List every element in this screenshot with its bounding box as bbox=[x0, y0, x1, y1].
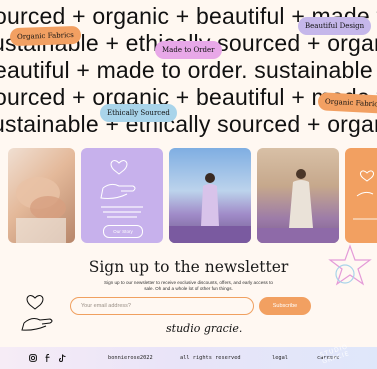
tag-ethically-sourced[interactable]: Ethically Sourced bbox=[100, 104, 177, 122]
gallery-photo-model-lavender[interactable] bbox=[257, 148, 339, 243]
email-input[interactable]: Your email address? bbox=[70, 297, 254, 315]
gallery-card-orange[interactable] bbox=[345, 148, 377, 243]
tag-organic-fabrics[interactable]: Organic Fabrics bbox=[9, 25, 82, 47]
hand-heart-icon bbox=[353, 170, 377, 220]
marquee-banner: ourced + organic + beautiful + made to o… bbox=[0, 0, 377, 140]
our-story-button[interactable]: Our Story bbox=[103, 225, 143, 238]
footer-rights: all rights reserved bbox=[180, 355, 241, 361]
marquee-line: ustainable + ethically sourced + organic bbox=[0, 111, 377, 137]
tag-made-to-order[interactable]: Made to Order bbox=[155, 41, 222, 59]
gallery-card-story[interactable]: Our Story bbox=[81, 148, 163, 243]
footer-handle[interactable]: bonnierose2022 bbox=[108, 355, 153, 361]
model-figure bbox=[257, 169, 339, 243]
footer: bonnierose2022 all rights reserved legal… bbox=[0, 343, 377, 369]
newsletter-title: Sign up to the newsletter bbox=[88, 258, 289, 276]
page: ourced + organic + beautiful + made to o… bbox=[0, 0, 377, 369]
footer-legal-link[interactable]: legal bbox=[272, 355, 288, 361]
hand-heart-doodle-icon bbox=[21, 295, 53, 331]
brand-signature: studio gracie. bbox=[166, 322, 243, 335]
marquee-line: eautiful + made to order. sustainable + … bbox=[0, 57, 377, 83]
facebook-icon[interactable] bbox=[45, 354, 51, 362]
hands-illustration bbox=[16, 177, 66, 243]
image-gallery: Our Story bbox=[0, 148, 377, 244]
model-figure bbox=[169, 173, 251, 243]
tag-organic-fabrics[interactable]: Organic Fabrics bbox=[317, 92, 377, 114]
gallery-photo-hands[interactable] bbox=[8, 148, 75, 243]
subscribe-button[interactable]: Subscribe bbox=[259, 297, 311, 315]
instagram-icon[interactable] bbox=[29, 354, 37, 362]
tag-beautiful-design[interactable]: Beautiful Design bbox=[298, 17, 372, 35]
gallery-photo-lavender-field[interactable] bbox=[169, 148, 251, 243]
brand-stamp: STUDIO GRACIE bbox=[319, 343, 351, 366]
newsletter-description: Sign up to our newsletter to receive exc… bbox=[104, 280, 273, 291]
tiktok-icon[interactable] bbox=[59, 354, 66, 362]
